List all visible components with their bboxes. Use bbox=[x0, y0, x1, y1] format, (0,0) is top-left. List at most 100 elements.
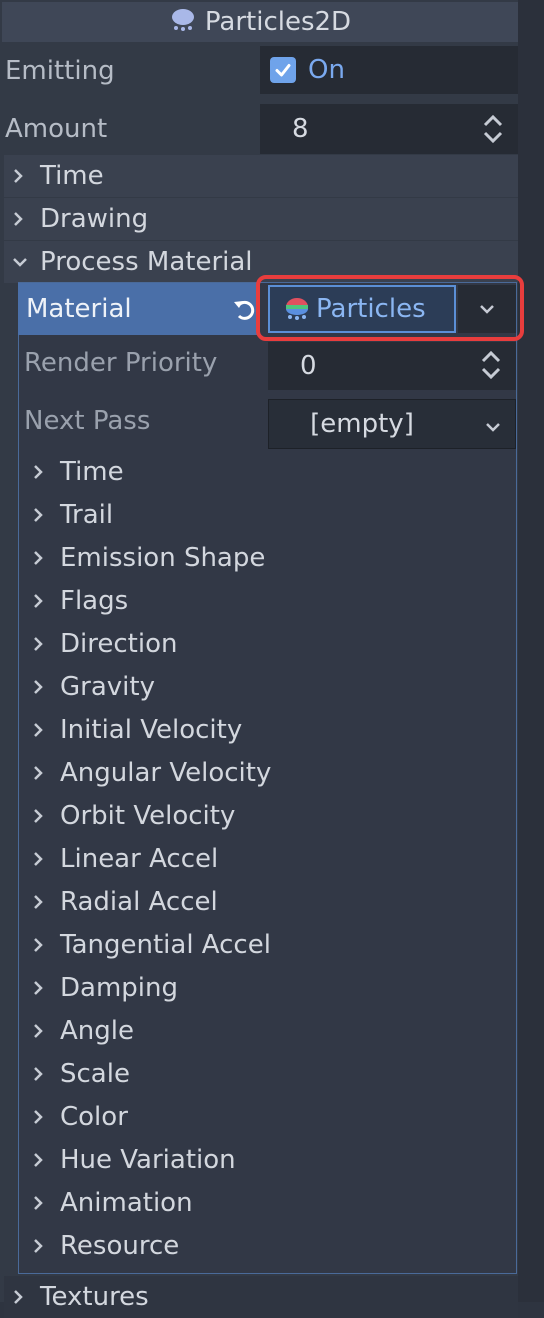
material-section-item[interactable]: Trail bbox=[20, 493, 516, 536]
material-label-box: Material bbox=[18, 283, 260, 335]
next-pass-label: Next Pass bbox=[24, 406, 151, 436]
material-section-title: Damping bbox=[60, 972, 178, 1003]
revert-icon[interactable] bbox=[232, 297, 258, 327]
material-section-item[interactable]: Linear Accel bbox=[20, 837, 516, 880]
material-dropdown-button[interactable] bbox=[458, 285, 516, 333]
section-title: Textures bbox=[40, 1282, 149, 1312]
material-section-item[interactable]: Tangential Accel bbox=[20, 923, 516, 966]
material-section-item[interactable]: Direction bbox=[20, 622, 516, 665]
material-section-title: Trail bbox=[60, 499, 114, 530]
material-section-title: Initial Velocity bbox=[60, 714, 243, 745]
material-section-item[interactable]: Scale bbox=[20, 1052, 516, 1095]
emitting-toggle[interactable]: On bbox=[260, 46, 518, 94]
material-section-item[interactable]: Initial Velocity bbox=[20, 708, 516, 751]
render-priority-value: 0 bbox=[300, 351, 317, 381]
render-priority-spinbox[interactable]: 0 bbox=[268, 342, 516, 390]
chevron-right-icon bbox=[32, 550, 46, 565]
material-section-title: Flags bbox=[60, 585, 129, 616]
property-amount: Amount 8 bbox=[0, 104, 518, 154]
material-section-title: Tangential Accel bbox=[60, 929, 271, 960]
particles-material-icon bbox=[282, 294, 312, 324]
material-section-item[interactable]: Angular Velocity bbox=[20, 751, 516, 794]
amount-spinbox[interactable]: 8 bbox=[260, 104, 518, 154]
property-emitting: Emitting On bbox=[0, 46, 518, 96]
material-section-item[interactable]: Orbit Velocity bbox=[20, 794, 516, 837]
chevron-right-icon bbox=[32, 464, 46, 479]
chevron-right-icon bbox=[12, 168, 28, 184]
next-pass-value: [empty] bbox=[310, 409, 414, 439]
material-section-item[interactable]: Animation bbox=[20, 1181, 516, 1224]
material-section-title: Linear Accel bbox=[60, 843, 219, 874]
chevron-right-icon bbox=[32, 980, 46, 995]
node-title: Particles2D bbox=[204, 7, 352, 37]
node-header: Particles2D bbox=[2, 2, 518, 42]
material-label: Material bbox=[26, 294, 132, 324]
amount-label: Amount bbox=[5, 114, 108, 144]
material-section-title: Angular Velocity bbox=[60, 757, 272, 788]
section-textures[interactable]: Textures bbox=[4, 1276, 518, 1318]
material-section-list: Time Trail Emission Shape Flags Directio… bbox=[20, 450, 516, 1267]
chevron-right-icon bbox=[12, 1289, 28, 1305]
material-section-title: Time bbox=[60, 456, 124, 487]
material-section-title: Resource bbox=[60, 1230, 180, 1261]
chevron-down-icon bbox=[485, 418, 501, 437]
section-process-material[interactable]: Process Material bbox=[4, 241, 518, 283]
material-section-item[interactable]: Resource bbox=[20, 1224, 516, 1267]
section-drawing[interactable]: Drawing bbox=[4, 198, 518, 240]
emitting-value: On bbox=[308, 55, 345, 85]
chevron-right-icon bbox=[32, 636, 46, 651]
property-material: Material Particles bbox=[18, 283, 518, 335]
chevron-right-icon bbox=[32, 1023, 46, 1038]
material-section-title: Scale bbox=[60, 1058, 130, 1089]
chevron-right-icon bbox=[32, 1152, 46, 1167]
material-section-item[interactable]: Angle bbox=[20, 1009, 516, 1052]
material-section-title: Color bbox=[60, 1101, 128, 1132]
property-render-priority: Render Priority 0 bbox=[18, 340, 518, 392]
spinner-arrows-icon[interactable] bbox=[480, 350, 502, 384]
material-section-item[interactable]: Radial Accel bbox=[20, 880, 516, 923]
chevron-right-icon bbox=[32, 894, 46, 909]
chevron-down-icon bbox=[12, 254, 28, 270]
chevron-right-icon bbox=[32, 851, 46, 866]
chevron-right-icon bbox=[12, 211, 28, 227]
scrollbar-track[interactable] bbox=[518, 0, 544, 1302]
material-section-item[interactable]: Flags bbox=[20, 579, 516, 622]
material-section-item[interactable]: Color bbox=[20, 1095, 516, 1138]
material-section-item[interactable]: Time bbox=[20, 450, 516, 493]
section-title: Time bbox=[40, 161, 104, 191]
material-section-item[interactable]: Emission Shape bbox=[20, 536, 516, 579]
chevron-right-icon bbox=[32, 937, 46, 952]
material-section-item[interactable]: Damping bbox=[20, 966, 516, 1009]
spinner-arrows-icon[interactable] bbox=[482, 114, 504, 148]
material-section-title: Animation bbox=[60, 1187, 193, 1218]
section-time[interactable]: Time bbox=[4, 155, 518, 197]
material-section-title: Angle bbox=[60, 1015, 134, 1046]
render-priority-label: Render Priority bbox=[24, 348, 218, 378]
chevron-right-icon bbox=[32, 1109, 46, 1124]
chevron-right-icon bbox=[32, 1066, 46, 1081]
next-pass-picker[interactable]: [empty] bbox=[268, 399, 516, 449]
material-section-title: Direction bbox=[60, 628, 178, 659]
section-title: Drawing bbox=[40, 204, 149, 234]
chevron-right-icon bbox=[32, 765, 46, 780]
chevron-right-icon bbox=[32, 722, 46, 737]
material-section-title: Orbit Velocity bbox=[60, 800, 236, 831]
amount-value: 8 bbox=[292, 114, 309, 144]
chevron-right-icon bbox=[32, 507, 46, 522]
chevron-right-icon bbox=[32, 808, 46, 823]
chevron-right-icon bbox=[32, 593, 46, 608]
material-resource-button[interactable]: Particles bbox=[268, 285, 456, 333]
material-resource-name: Particles bbox=[316, 294, 426, 324]
material-section-item[interactable]: Gravity bbox=[20, 665, 516, 708]
material-section-title: Hue Variation bbox=[60, 1144, 236, 1175]
material-section-title: Gravity bbox=[60, 671, 155, 702]
emitting-label: Emitting bbox=[5, 56, 115, 86]
material-section-title: Radial Accel bbox=[60, 886, 218, 917]
checkbox-checked-icon[interactable] bbox=[270, 57, 296, 83]
section-title: Process Material bbox=[40, 247, 253, 277]
chevron-right-icon bbox=[32, 1195, 46, 1210]
material-section-title: Emission Shape bbox=[60, 542, 266, 573]
chevron-down-icon bbox=[479, 300, 495, 319]
material-section-item[interactable]: Hue Variation bbox=[20, 1138, 516, 1181]
chevron-right-icon bbox=[32, 1238, 46, 1253]
